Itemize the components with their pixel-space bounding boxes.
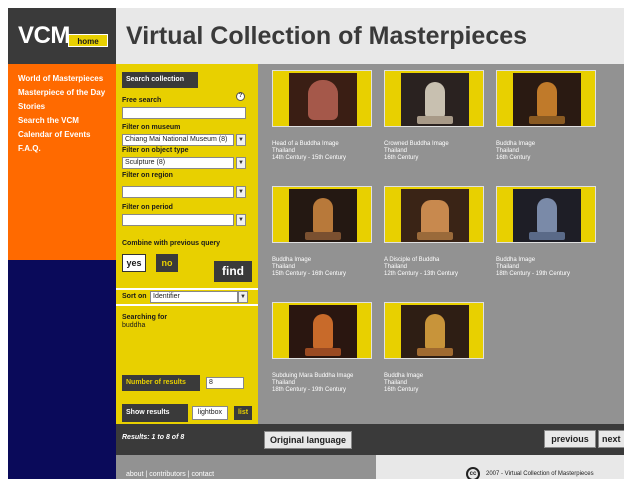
results-count: Results: 1 to 8 of 8 bbox=[122, 434, 185, 441]
result-name[interactable]: Buddha Image bbox=[496, 257, 535, 263]
result-country: Thailand bbox=[272, 148, 296, 154]
result-card[interactable] bbox=[384, 186, 484, 243]
nav-search-the-vcm[interactable]: Search the VCM bbox=[18, 114, 116, 128]
artwork-thumbnail[interactable] bbox=[401, 189, 469, 242]
result-name[interactable]: Buddha Image bbox=[496, 141, 535, 147]
result-period: 15th Century - 16th Century bbox=[272, 271, 347, 277]
filter-object-type-label: Filter on object type bbox=[122, 147, 189, 154]
artwork-thumbnail[interactable] bbox=[513, 73, 581, 126]
filter-period-label: Filter on period bbox=[122, 204, 173, 211]
result-period: 16th Century bbox=[384, 155, 419, 161]
combine-query-label: Combine with previous query bbox=[122, 240, 221, 247]
results-grid: Head of a Buddha Image Thailand 14th Cen… bbox=[258, 64, 624, 424]
original-language-button[interactable]: Original language bbox=[264, 431, 352, 449]
result-country: Thailand bbox=[384, 264, 408, 270]
result-card[interactable] bbox=[272, 70, 372, 127]
find-button[interactable]: find bbox=[214, 261, 252, 282]
copyright-text: 2007 - Virtual Collection of Masterpiece… bbox=[486, 471, 594, 477]
help-icon[interactable]: ? bbox=[236, 92, 245, 101]
next-button[interactable]: next bbox=[598, 430, 624, 448]
result-card[interactable] bbox=[496, 186, 596, 243]
sort-select[interactable]: Identifier bbox=[150, 291, 238, 303]
previous-button[interactable]: previous bbox=[544, 430, 596, 448]
creative-commons-icon[interactable]: cc bbox=[466, 467, 480, 479]
yes-button[interactable]: yes bbox=[122, 254, 146, 272]
result-period: 18th Century - 19th Century bbox=[272, 387, 347, 393]
pager-bar: Original language previous next bbox=[258, 424, 624, 455]
logo-block: VCM home bbox=[8, 8, 116, 64]
result-card[interactable] bbox=[496, 70, 596, 127]
result-period: 16th Century bbox=[384, 387, 419, 393]
result-country: Thailand bbox=[272, 264, 296, 270]
artwork-thumbnail[interactable] bbox=[401, 305, 469, 358]
free-search-label: Free search bbox=[122, 97, 162, 104]
number-of-results-label: Number of results bbox=[122, 375, 200, 391]
result-card[interactable] bbox=[384, 70, 484, 127]
left-nav: World of Masterpieces Masterpiece of the… bbox=[8, 64, 116, 260]
artwork-thumbnail[interactable] bbox=[401, 73, 469, 126]
artwork-thumbnail[interactable] bbox=[289, 305, 357, 358]
nav-world-of-masterpieces[interactable]: World of Masterpieces bbox=[18, 72, 116, 86]
no-button[interactable]: no bbox=[156, 254, 178, 272]
free-search-input[interactable] bbox=[122, 107, 246, 119]
filter-object-type-select[interactable]: Sculpture (8) bbox=[122, 157, 234, 169]
chevron-down-icon[interactable]: ▼ bbox=[236, 134, 246, 146]
result-name[interactable]: Subduing Mara Buddha Image bbox=[272, 373, 353, 379]
searching-for-label: Searching for bbox=[122, 314, 168, 321]
result-name[interactable]: Buddha Image bbox=[384, 373, 423, 379]
nav-faq[interactable]: F.A.Q. bbox=[18, 142, 116, 156]
result-name[interactable]: A Disciple of Buddha bbox=[384, 257, 439, 263]
chevron-down-icon[interactable]: ▼ bbox=[236, 157, 246, 169]
nav-calendar-of-events[interactable]: Calendar of Events bbox=[18, 128, 116, 142]
artwork-thumbnail[interactable] bbox=[289, 73, 357, 126]
nav-stories[interactable]: Stories bbox=[18, 100, 116, 114]
left-fill bbox=[8, 260, 116, 479]
number-of-results-input[interactable]: 8 bbox=[206, 377, 244, 389]
filter-museum-label: Filter on museum bbox=[122, 124, 181, 131]
result-country: Thailand bbox=[496, 264, 520, 270]
search-panel: Search collection Free search ? Filter o… bbox=[116, 64, 258, 424]
result-card[interactable] bbox=[272, 186, 372, 243]
searching-for-value: buddha bbox=[122, 322, 146, 329]
result-period: 12th Century - 13th Century bbox=[384, 271, 459, 277]
result-period: 18th Century - 19th Century bbox=[496, 271, 571, 277]
footer-right: cc 2007 - Virtual Collection of Masterpi… bbox=[376, 455, 624, 479]
artwork-thumbnail[interactable] bbox=[289, 189, 357, 242]
result-country: Thailand bbox=[384, 148, 408, 154]
filter-region-label: Filter on region bbox=[122, 172, 173, 179]
search-collection-tab[interactable]: Search collection bbox=[122, 72, 198, 88]
nav-masterpiece-of-the-day[interactable]: Masterpiece of the Day bbox=[18, 86, 116, 100]
footer-links[interactable]: about | contributors | contact bbox=[126, 471, 214, 478]
home-button[interactable]: home bbox=[68, 34, 108, 47]
header-title-bar: Virtual Collection of Masterpieces bbox=[116, 8, 624, 64]
vcm-logo[interactable]: VCM bbox=[18, 22, 70, 50]
filter-period-select[interactable] bbox=[122, 214, 234, 226]
chevron-down-icon[interactable]: ▼ bbox=[238, 291, 248, 303]
artwork-thumbnail[interactable] bbox=[513, 189, 581, 242]
result-card[interactable] bbox=[272, 302, 372, 359]
result-name[interactable]: Crowned Buddha Image bbox=[384, 141, 449, 147]
result-name[interactable]: Head of a Buddha Image bbox=[272, 141, 339, 147]
results-bar: Results: 1 to 8 of 8 bbox=[116, 424, 258, 455]
result-country: Thailand bbox=[384, 380, 408, 386]
result-country: Thailand bbox=[272, 380, 296, 386]
filter-region-select[interactable] bbox=[122, 186, 234, 198]
result-period: 16th Century bbox=[496, 155, 531, 161]
sort-label: Sort on bbox=[122, 293, 147, 300]
footer-left: about | contributors | contact bbox=[116, 455, 376, 479]
show-results-label: Show results bbox=[122, 404, 188, 422]
result-card[interactable] bbox=[384, 302, 484, 359]
list-button[interactable]: list bbox=[234, 406, 252, 420]
result-country: Thailand bbox=[496, 148, 520, 154]
lightbox-button[interactable]: lightbox bbox=[192, 406, 228, 420]
result-name[interactable]: Buddha Image bbox=[272, 257, 311, 263]
chevron-down-icon[interactable]: ▼ bbox=[236, 186, 246, 198]
chevron-down-icon[interactable]: ▼ bbox=[236, 214, 246, 226]
result-period: 14th Century - 15th Century bbox=[272, 155, 347, 161]
sort-row: Sort on Identifier ▼ bbox=[116, 288, 258, 306]
page-title: Virtual Collection of Masterpieces bbox=[126, 22, 528, 50]
filter-museum-select[interactable]: Chiang Mai National Museum (8) bbox=[122, 134, 234, 146]
